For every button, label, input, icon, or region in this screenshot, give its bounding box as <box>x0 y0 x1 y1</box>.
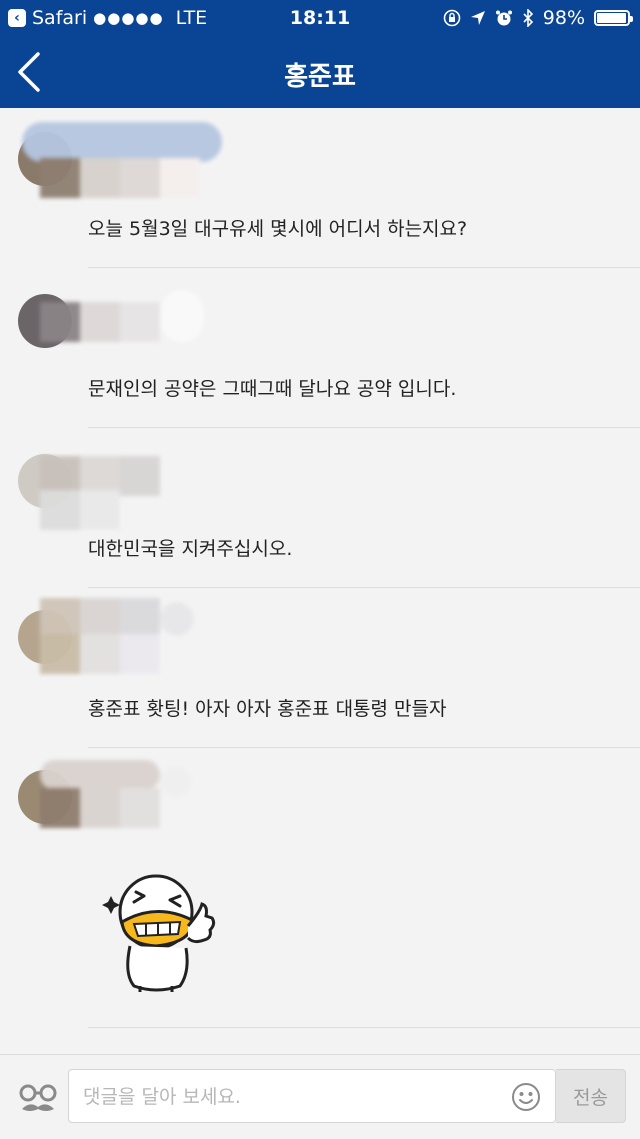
comment-text: 문재인의 공약은 그때그때 달나요 공약 입니다. <box>88 378 457 400</box>
glasses-mustache-icon[interactable] <box>18 1081 58 1117</box>
page-title: 홍준표 <box>284 62 356 92</box>
comment-text: 대한민국을 지켜주십시오. <box>88 538 293 560</box>
alarm-icon <box>495 10 512 26</box>
blurred-username <box>22 282 222 360</box>
divider <box>88 1027 640 1028</box>
smiley-icon[interactable] <box>511 1082 541 1112</box>
navigation-bar: 홍준표 <box>0 36 640 108</box>
comment-item: 홍준표 홧팅! 아자 아자 홍준표 대통령 만들자 <box>0 588 640 748</box>
comment-input-box[interactable] <box>68 1069 556 1124</box>
status-right: 98% <box>443 7 633 29</box>
bluetooth-icon <box>523 9 533 27</box>
orientation-lock-icon <box>443 9 461 27</box>
blurred-username <box>22 122 222 200</box>
blurred-username <box>22 598 222 676</box>
comment-item: 대한민국을 지켜주십시오. <box>0 428 640 588</box>
send-button[interactable]: 전송 <box>556 1069 626 1123</box>
comment-item <box>0 748 640 1042</box>
comment-input[interactable] <box>81 1070 505 1124</box>
comment-list[interactable]: 오늘 5월3일 대구유세 몇시에 어디서 하는지요? 문재인의 공약은 그때그때… <box>0 108 640 1042</box>
comment-text: 홍준표 홧팅! 아자 아자 홍준표 대통령 만들자 <box>88 698 447 720</box>
thumbs-up-character-sticker <box>102 874 216 992</box>
comment-item: 오늘 5월3일 대구유세 몇시에 어디서 하는지요? <box>0 108 640 268</box>
blurred-username <box>22 760 222 838</box>
location-arrow-icon <box>470 11 485 25</box>
battery-percent: 98% <box>542 7 585 29</box>
battery-icon <box>594 10 633 26</box>
status-bar: ‹ Safari ●●●●● LTE 18:11 98% <box>0 0 640 36</box>
comment-input-bar: 전송 <box>0 1054 640 1139</box>
blurred-username <box>22 440 222 530</box>
comment-item: 문재인의 공약은 그때그때 달나요 공약 입니다. <box>0 268 640 428</box>
comment-text: 오늘 5월3일 대구유세 몇시에 어디서 하는지요? <box>88 218 468 240</box>
